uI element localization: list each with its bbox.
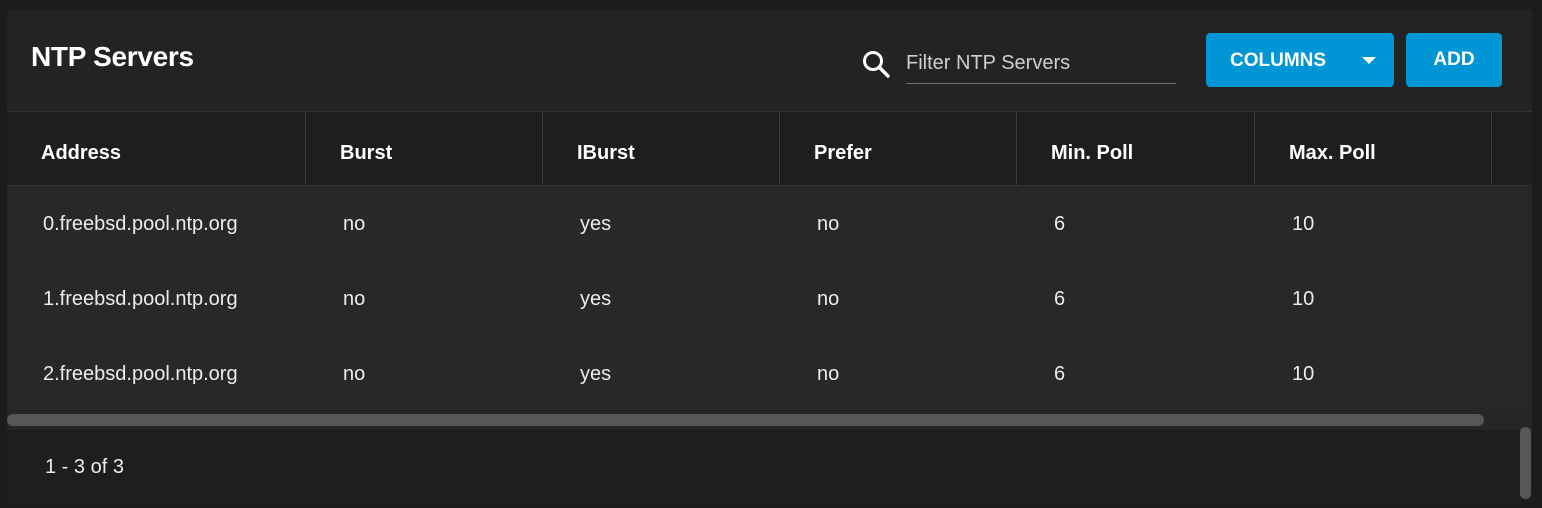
column-header-label: Burst bbox=[340, 142, 393, 164]
cell-max-poll: 10 bbox=[1292, 288, 1315, 310]
cell-burst: no bbox=[343, 288, 366, 310]
horizontal-scrollbar-thumb[interactable] bbox=[7, 414, 1484, 426]
ntp-servers-card: NTP Servers COLUMNS ADD Address Burst IB… bbox=[7, 9, 1532, 503]
cell-burst: no bbox=[343, 213, 366, 235]
column-header-label: IBurst bbox=[577, 142, 635, 164]
horizontal-scrollbar[interactable] bbox=[7, 410, 1532, 430]
columns-button[interactable]: COLUMNS bbox=[1206, 33, 1394, 87]
search-icon[interactable] bbox=[861, 49, 891, 79]
cell-prefer: no bbox=[817, 363, 840, 385]
vertical-scrollbar-thumb[interactable] bbox=[1520, 427, 1531, 499]
cell-prefer: no bbox=[817, 288, 840, 310]
cell-min-poll: 6 bbox=[1054, 288, 1066, 310]
cell-min-poll: 6 bbox=[1054, 213, 1066, 235]
cell-prefer: no bbox=[817, 213, 840, 235]
cell-min-poll: 6 bbox=[1054, 363, 1066, 385]
table-header: Address Burst IBurst Prefer Min. Poll Ma… bbox=[7, 112, 1532, 186]
cell-iburst: yes bbox=[580, 288, 612, 310]
page-title: NTP Servers bbox=[31, 41, 194, 72]
column-header-label: Prefer bbox=[814, 142, 872, 164]
table-row[interactable]: 2.freebsd.pool.ntp.org no yes no 6 10 bbox=[7, 336, 1532, 412]
column-header-label: Min. Poll bbox=[1051, 142, 1134, 164]
column-header-max-poll[interactable]: Max. Poll bbox=[1255, 112, 1492, 185]
caret-down-icon bbox=[1362, 57, 1376, 64]
column-header-min-poll[interactable]: Min. Poll bbox=[1017, 112, 1255, 185]
add-button[interactable]: ADD bbox=[1406, 33, 1502, 87]
cell-iburst: yes bbox=[580, 213, 612, 235]
column-header-label: Address bbox=[41, 142, 122, 164]
cell-address: 2.freebsd.pool.ntp.org bbox=[43, 363, 238, 385]
filter-input[interactable] bbox=[906, 47, 1168, 79]
pagination-range: 1 - 3 of 3 bbox=[45, 456, 124, 478]
column-header-label: Max. Poll bbox=[1289, 142, 1376, 164]
cell-max-poll: 10 bbox=[1292, 213, 1315, 235]
cell-iburst: yes bbox=[580, 363, 612, 385]
column-header-iburst[interactable]: IBurst bbox=[543, 112, 780, 185]
cell-address: 0.freebsd.pool.ntp.org bbox=[43, 213, 238, 235]
table-row[interactable]: 0.freebsd.pool.ntp.org no yes no 6 10 bbox=[7, 186, 1532, 262]
table-footer: 1 - 3 of 3 bbox=[7, 430, 1532, 503]
cell-burst: no bbox=[343, 363, 366, 385]
column-header-prefer[interactable]: Prefer bbox=[780, 112, 1017, 185]
add-button-label: ADD bbox=[1433, 49, 1475, 70]
card-header: NTP Servers COLUMNS ADD bbox=[7, 9, 1532, 112]
columns-button-label: COLUMNS bbox=[1230, 50, 1327, 71]
cell-address: 1.freebsd.pool.ntp.org bbox=[43, 288, 238, 310]
cell-max-poll: 10 bbox=[1292, 363, 1315, 385]
column-header-burst[interactable]: Burst bbox=[306, 112, 543, 185]
filter-field bbox=[906, 47, 1176, 84]
column-header-address[interactable]: Address bbox=[7, 112, 306, 185]
table-row[interactable]: 1.freebsd.pool.ntp.org no yes no 6 10 bbox=[7, 261, 1532, 337]
